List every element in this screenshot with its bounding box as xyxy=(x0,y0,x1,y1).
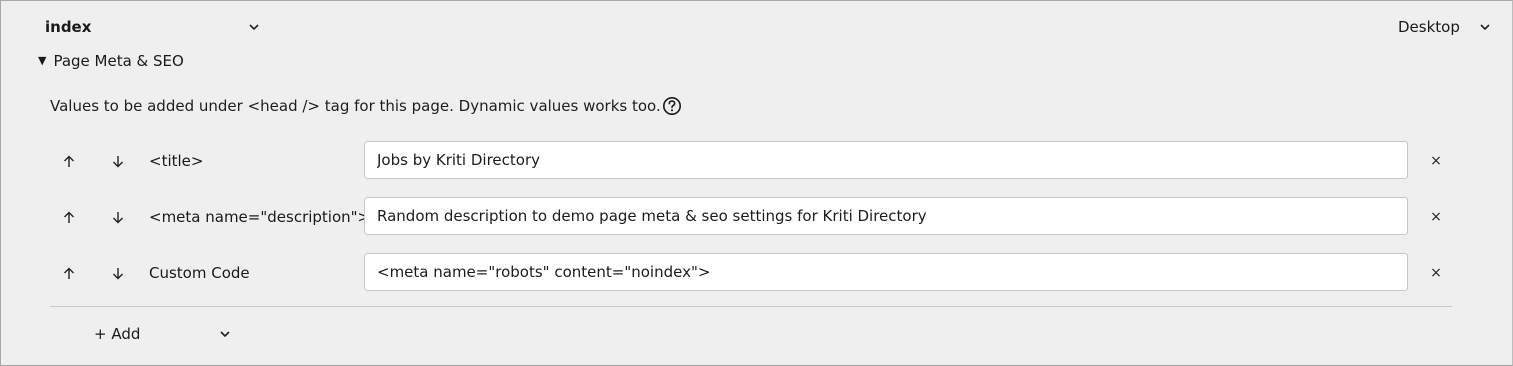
add-meta-select[interactable]: + Add xyxy=(94,322,230,346)
move-up-icon[interactable] xyxy=(59,207,79,227)
meta-row-title: <title> × xyxy=(1,141,1513,181)
remove-icon[interactable]: × xyxy=(1428,151,1444,171)
caret-down-icon: ▼ xyxy=(38,53,47,67)
chevron-down-icon xyxy=(220,329,230,339)
editor-panel: index Desktop ▼ Page Meta & SEO Values t… xyxy=(0,0,1513,366)
divider xyxy=(50,306,1452,307)
page-select-value: index xyxy=(45,18,92,36)
move-down-icon[interactable] xyxy=(108,151,128,171)
meta-row-label: <meta name="description"> xyxy=(149,208,371,226)
section-hint: Values to be added under <head /> tag fo… xyxy=(50,97,661,115)
meta-title-input[interactable] xyxy=(364,141,1408,179)
move-down-icon[interactable] xyxy=(108,207,128,227)
custom-code-input[interactable] xyxy=(364,253,1408,291)
move-up-icon[interactable] xyxy=(59,151,79,171)
chevron-down-icon xyxy=(1480,22,1490,32)
chevron-down-icon xyxy=(249,22,259,32)
meta-description-input[interactable] xyxy=(364,197,1408,235)
help-icon[interactable] xyxy=(662,96,682,116)
add-label: + Add xyxy=(94,325,141,343)
device-select-value: Desktop xyxy=(1398,18,1460,36)
device-select[interactable]: Desktop xyxy=(1398,15,1490,39)
move-down-icon[interactable] xyxy=(108,263,128,283)
move-up-icon[interactable] xyxy=(59,263,79,283)
meta-row-label: Custom Code xyxy=(149,264,250,282)
section-toggle-page-meta-seo[interactable]: ▼ Page Meta & SEO xyxy=(38,52,184,70)
meta-row-description: <meta name="description"> × xyxy=(1,197,1513,237)
section-title: Page Meta & SEO xyxy=(53,52,184,70)
remove-icon[interactable]: × xyxy=(1428,207,1444,227)
page-select[interactable]: index xyxy=(45,15,259,39)
meta-row-custom-code: Custom Code × xyxy=(1,253,1513,293)
remove-icon[interactable]: × xyxy=(1428,263,1444,283)
meta-row-label: <title> xyxy=(149,152,204,170)
